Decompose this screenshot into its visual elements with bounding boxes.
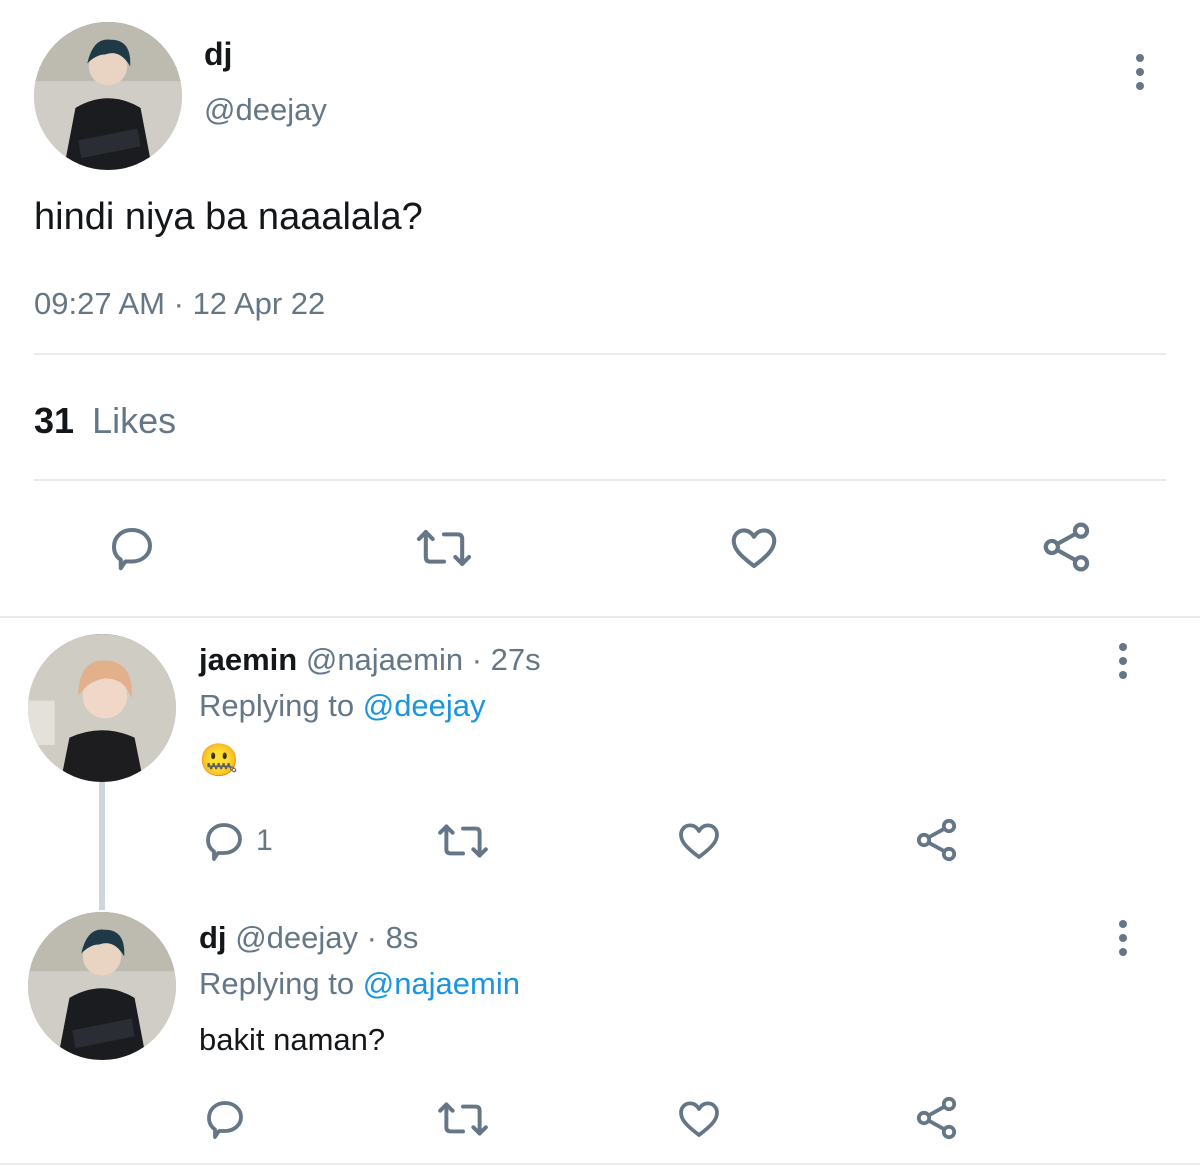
main-reply-button[interactable] — [104, 520, 160, 576]
like-icon — [679, 823, 719, 859]
reply1-reply-button[interactable]: 1 — [200, 816, 273, 866]
reply2-header: dj @deejay · 8s — [199, 920, 418, 956]
reply1-replying-label: Replying to — [199, 688, 355, 723]
reply1-more-icon[interactable] — [1113, 643, 1133, 679]
main-tweet-text: hindi niya ba naaalala? — [34, 196, 423, 238]
reply2-like-button[interactable] — [674, 1094, 724, 1144]
reply2-replying-label: Replying to — [199, 966, 355, 1001]
reply2-more-icon[interactable] — [1113, 920, 1133, 956]
divider-middle — [34, 479, 1166, 481]
reply2-retweet-button[interactable] — [436, 1094, 490, 1144]
reply-icon — [111, 527, 153, 571]
likes-label: Likes — [92, 400, 177, 441]
reply-icon — [207, 1101, 243, 1139]
avatar-image — [28, 912, 176, 1060]
reply1-avatar[interactable] — [28, 634, 176, 782]
main-time-separator: · — [173, 286, 184, 321]
reply1-handle[interactable]: @najaemin — [306, 642, 463, 677]
reply1-display-name[interactable]: jaemin — [199, 642, 297, 677]
main-display-name[interactable]: dj — [204, 36, 232, 73]
divider-section — [0, 616, 1200, 618]
reply2-share-button[interactable] — [912, 1093, 962, 1143]
reply2-reply-button[interactable] — [200, 1094, 250, 1144]
reply1-replying-to: Replying to @deejay — [199, 688, 486, 724]
reply2-replying-to: Replying to @najaemin — [199, 966, 520, 1002]
reply1-reply-count: 1 — [256, 824, 273, 857]
likes-count: 31 — [34, 400, 75, 441]
share-icon — [916, 818, 957, 862]
retweet-icon — [438, 1102, 488, 1136]
reply1-header: jaemin @najaemin · 27s — [199, 642, 541, 678]
main-date: 12 Apr 22 — [192, 286, 326, 321]
main-more-icon[interactable] — [1130, 54, 1150, 90]
main-handle[interactable]: @deejay — [204, 92, 327, 128]
reply1-age: · 27s — [471, 642, 541, 677]
main-share-button[interactable] — [1038, 518, 1096, 576]
thread-line — [99, 782, 105, 910]
share-icon — [1043, 522, 1090, 572]
divider-top — [34, 353, 1166, 355]
avatar-image — [28, 634, 176, 782]
reply-icon — [206, 823, 242, 861]
main-retweet-button[interactable] — [414, 520, 474, 576]
reply2-replying-handle[interactable]: @najaemin — [363, 966, 520, 1001]
reply1-replying-handle[interactable]: @deejay — [363, 688, 486, 723]
like-icon — [731, 528, 777, 569]
likes-summary[interactable]: 31 Likes — [34, 400, 176, 442]
avatar-image — [34, 22, 182, 170]
like-icon — [679, 1101, 719, 1137]
reply2-age: · 8s — [366, 920, 419, 955]
retweet-icon — [416, 530, 472, 566]
divider-bottom — [0, 1163, 1200, 1165]
reply1-share-button[interactable] — [912, 815, 962, 865]
reply2-text: bakit naman? — [199, 1022, 386, 1057]
retweet-icon — [438, 824, 488, 858]
main-like-button[interactable] — [726, 520, 782, 576]
reply2-handle[interactable]: @deejay — [235, 920, 358, 955]
reply2-avatar[interactable] — [28, 912, 176, 1060]
reply1-retweet-button[interactable] — [436, 816, 490, 866]
main-tweet-avatar[interactable] — [34, 22, 182, 170]
reply1-text: 🤐 — [199, 742, 239, 778]
main-time: 09:27 AM — [34, 286, 165, 321]
reply1-like-button[interactable] — [674, 816, 724, 866]
main-timestamp[interactable]: 09:27 AM · 12 Apr 22 — [34, 286, 325, 322]
share-icon — [916, 1096, 957, 1140]
reply2-display-name[interactable]: dj — [199, 920, 227, 955]
